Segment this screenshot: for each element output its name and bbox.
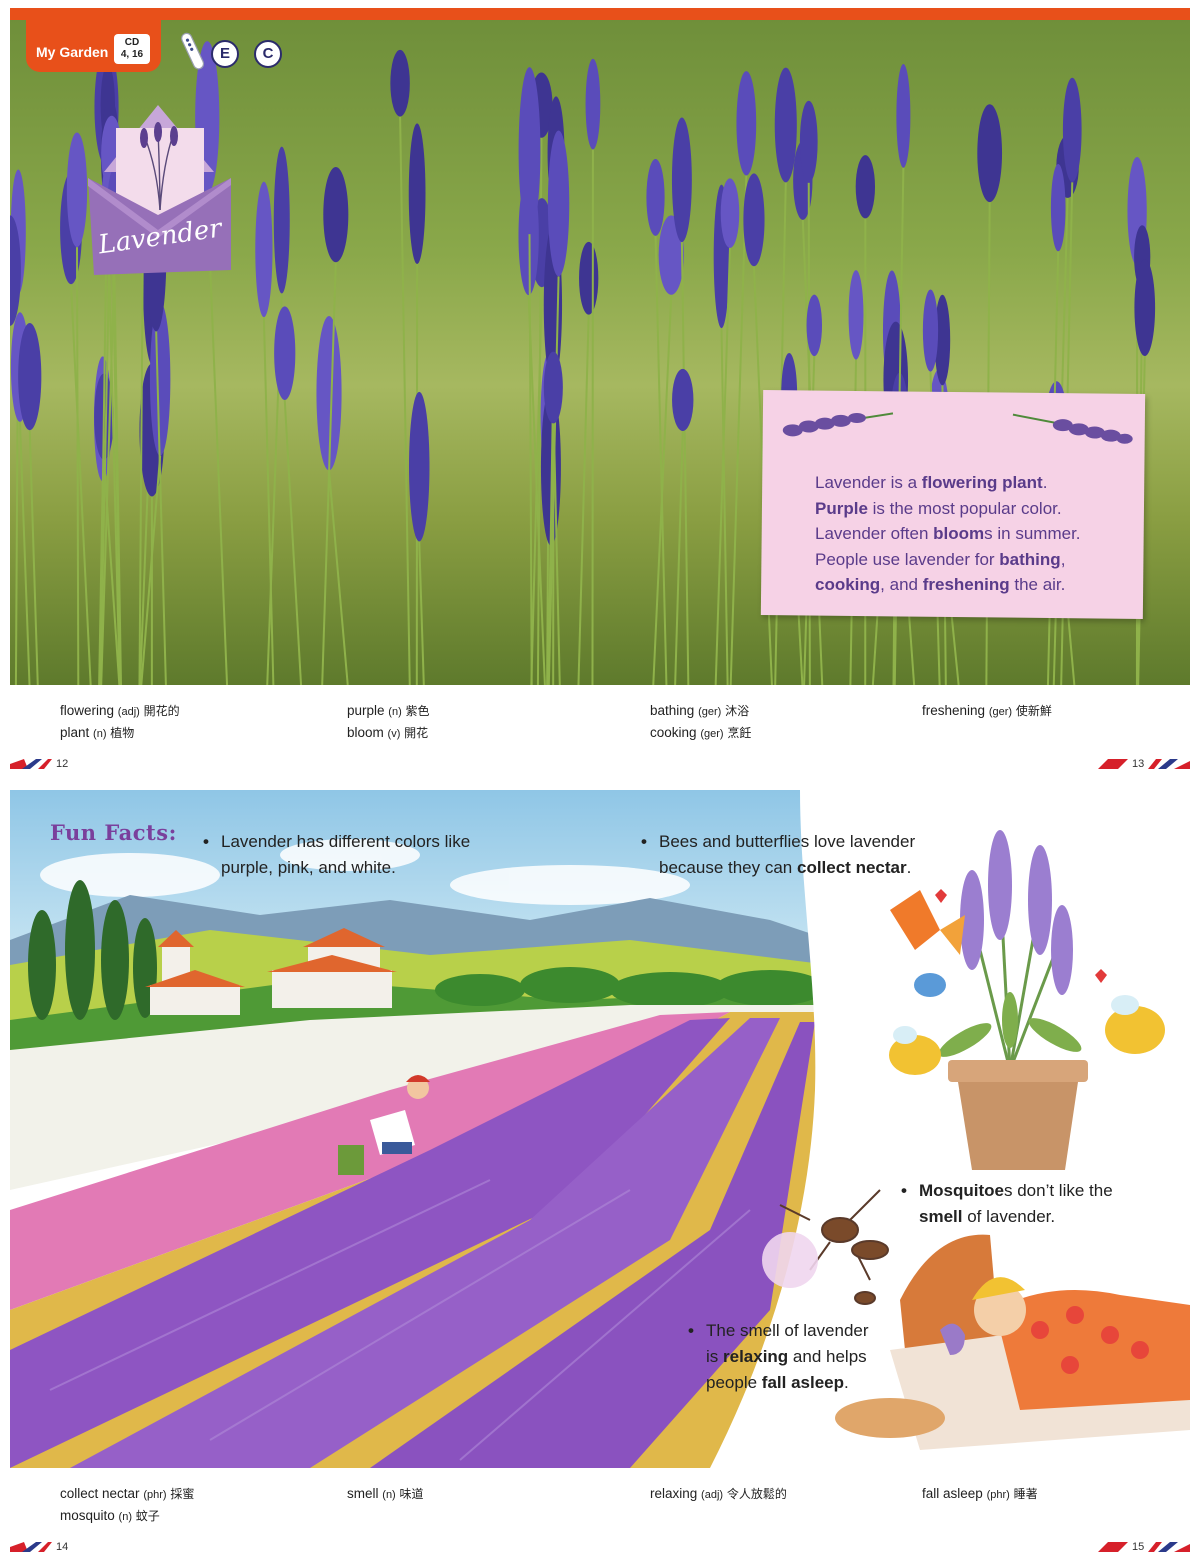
text-line: Lavender often blooms in summer. — [815, 524, 1081, 543]
text-line: purple, pink, and white. — [221, 858, 396, 877]
vocab-item: bathing (ger) 沐浴 — [650, 703, 750, 718]
info-text: Lavender is a flowering plant. Purple is … — [815, 470, 1135, 598]
page-stripe-decoration — [10, 759, 52, 769]
lavender-spike — [18, 323, 42, 431]
lavender-spike — [543, 351, 563, 424]
lavender-spike — [255, 181, 273, 318]
vocab-item: flowering (adj) 開花的 — [60, 703, 180, 718]
lavender-spike — [66, 132, 88, 248]
text-line: cooking, and freshening the air. — [815, 575, 1066, 594]
lavender-spike — [848, 270, 864, 360]
text-line: Lavender has different colors like — [221, 832, 471, 851]
bullet-icon: • — [641, 832, 647, 851]
lavender-spike — [274, 306, 296, 400]
lavender-spike — [977, 104, 1003, 203]
lavender-spike — [672, 368, 694, 432]
vocab-item: smell (n) 味道 — [347, 1486, 424, 1501]
lavender-spike — [390, 49, 410, 117]
lavender-spike — [323, 166, 349, 263]
english-audio-button[interactable]: E — [211, 40, 239, 68]
vocab-item: bloom (v) 開花 — [347, 725, 429, 740]
lavender-spike — [736, 71, 757, 176]
fun-fact: The smell of lavender is relaxing and hel… — [688, 1318, 896, 1396]
text-line: Bees and butterflies love lavender — [659, 832, 916, 851]
lavender-spike — [671, 117, 692, 243]
lavender-spike — [743, 173, 765, 267]
reading-pen-icon[interactable] — [178, 30, 208, 74]
lavender-spike — [922, 289, 939, 372]
lavender-spike — [720, 178, 740, 248]
text-line: Purple is the most popular color. — [815, 498, 1062, 518]
text-line: Lavender is a flowering plant. — [815, 473, 1048, 492]
text-line: because they can collect nectar. — [659, 858, 912, 877]
lavender-spike — [799, 100, 818, 183]
page-stripe-decoration — [1098, 759, 1128, 769]
lavender-spike — [646, 158, 665, 236]
vocab-item: mosquito (n) 蚊子 — [60, 1508, 160, 1523]
page-number: 12 — [56, 758, 69, 770]
lavender-spike — [408, 123, 426, 264]
text-line: is relaxing and helps — [706, 1347, 867, 1366]
text-line: People use lavender for bathing, — [815, 549, 1066, 569]
page-stripe-decoration — [1148, 759, 1190, 769]
lavender-spike — [896, 64, 911, 168]
vocab-item: freshening (ger) 使新鮮 — [922, 703, 1052, 718]
vocab-item: collect nectar (phr) 採蜜 — [60, 1486, 195, 1501]
text-line: smell of lavender. — [919, 1207, 1056, 1226]
page-stripe-decoration — [1148, 1542, 1190, 1552]
chinese-audio-button[interactable]: C — [254, 40, 282, 68]
vocab-item: fall asleep (phr) 睡著 — [922, 1486, 1038, 1501]
lavender-spike — [1134, 259, 1156, 357]
cd-badge: CD 4, 16 — [114, 34, 150, 64]
lavender-spike — [409, 391, 430, 542]
lavender-spike — [585, 58, 601, 150]
lavender-spike — [579, 241, 599, 315]
bullet-icon: • — [203, 832, 209, 851]
lavender-spike — [855, 155, 876, 219]
vocab-item: purple (n) 紫色 — [347, 703, 430, 718]
lavender-spike — [273, 146, 290, 294]
lavender-spike — [547, 130, 570, 277]
page-stripe-decoration — [10, 1542, 52, 1552]
lavender-spike — [1062, 77, 1082, 183]
lavender-farm-illustration — [10, 790, 1190, 1468]
bullet-icon: • — [901, 1181, 907, 1200]
vocab-item: relaxing (adj) 令人放鬆的 — [650, 1486, 787, 1501]
fun-fact: Mosquitoes don’t like the smell of lavend… — [901, 1178, 1159, 1230]
fun-fact: Lavender has different colors like purple… — [203, 829, 511, 881]
bullet-icon: • — [688, 1321, 694, 1340]
cd-label: CD — [124, 37, 140, 48]
vocab-item: plant (n) 植物 — [60, 725, 135, 740]
cd-tracks: 4, 16 — [120, 49, 144, 60]
text-line: people fall asleep. — [706, 1373, 849, 1392]
text-line: The smell of lavender — [706, 1321, 869, 1340]
lavender-spike — [774, 67, 797, 183]
fun-facts-title: Fun Facts: — [50, 820, 177, 845]
text-line: Mosquitoes don’t like the — [919, 1181, 1113, 1200]
page-number: 13 — [1132, 758, 1145, 770]
farm-scene-image — [10, 790, 1190, 1468]
page-number: 15 — [1132, 1541, 1145, 1553]
lavender-spike — [518, 67, 541, 235]
lavender-spike — [806, 294, 823, 357]
vocab-item: cooking (ger) 烹飪 — [650, 725, 752, 740]
lavender-sprig-decoration — [782, 412, 1133, 444]
page-number: 14 — [56, 1541, 69, 1553]
page-stripe-decoration — [1098, 1542, 1128, 1552]
section-label: My Garden — [36, 44, 109, 60]
fun-fact: Bees and butterflies love lavender becaus… — [641, 829, 959, 881]
header-bar — [10, 8, 1190, 20]
lavender-spike — [1050, 164, 1066, 252]
